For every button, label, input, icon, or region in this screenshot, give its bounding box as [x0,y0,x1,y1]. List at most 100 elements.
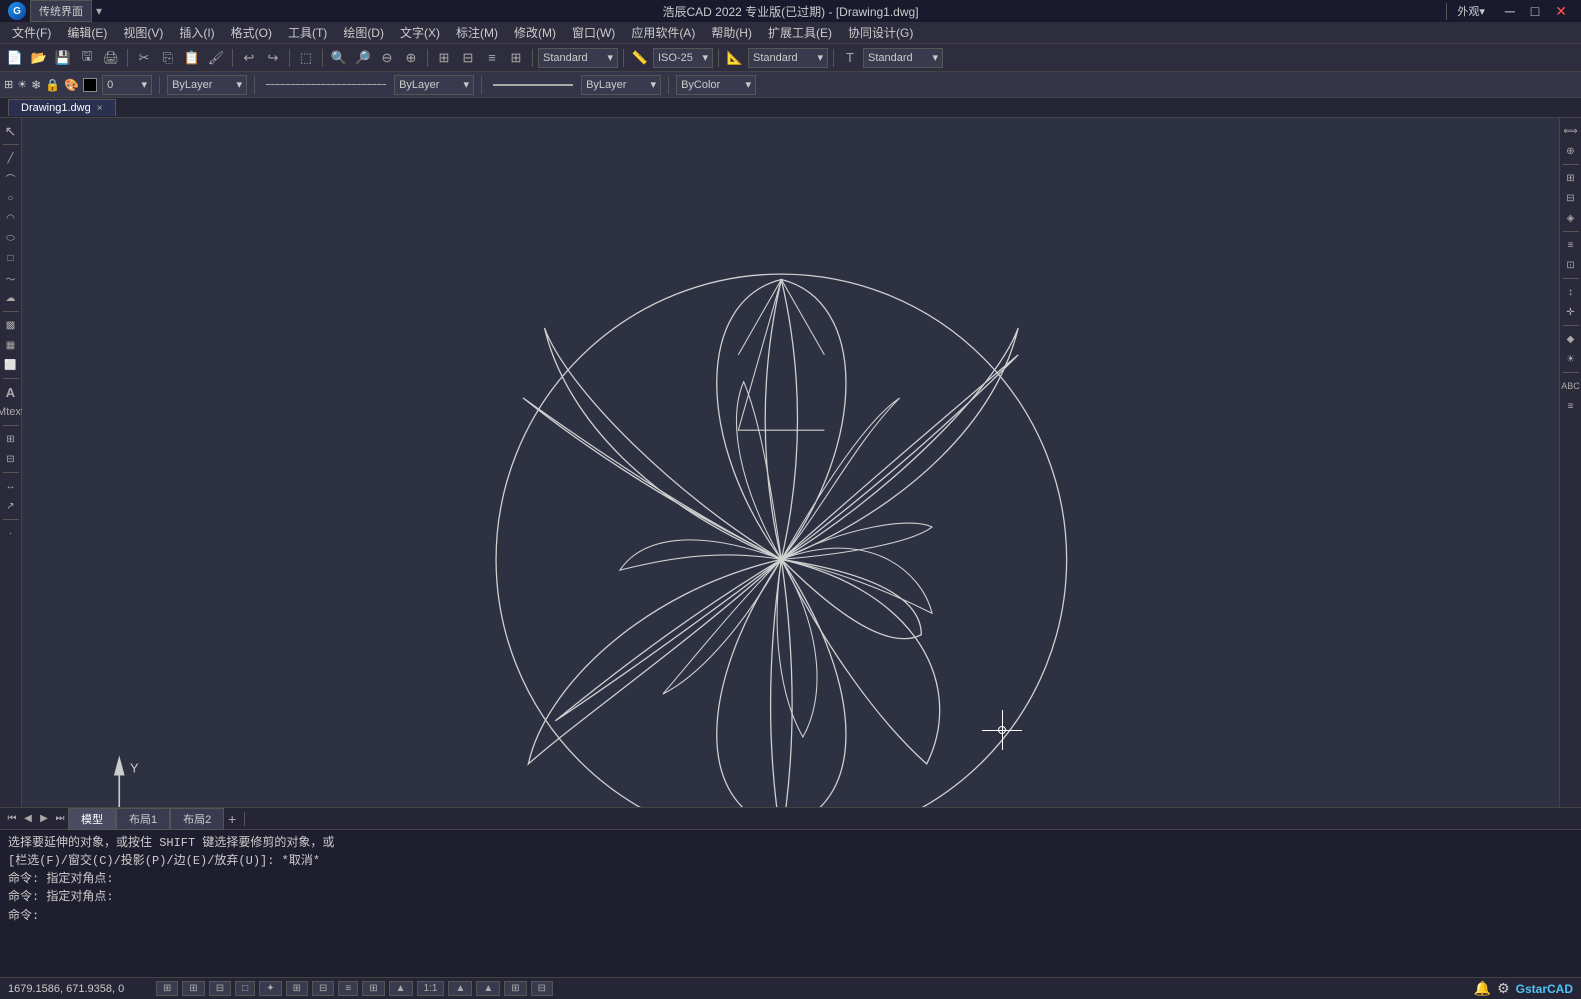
lock-btn[interactable]: ⊞ [504,981,526,996]
scale-btn[interactable]: 1:1 [417,981,445,996]
layer-state-btn[interactable]: ☀ [17,78,27,91]
lineweight-dropdown[interactable]: ByLayer▾ [581,75,661,95]
linetype-dropdown[interactable]: ByLayer▾ [394,75,474,95]
menu-item-text[interactable]: 文字(X) [392,22,448,43]
annovis-btn[interactable]: ▲ [448,981,472,996]
text-style-dropdown[interactable]: Standard▾ [538,48,618,68]
font-size-dropdown[interactable]: ISO-25▾ [653,48,713,68]
tab-nav-next[interactable]: ▶ [36,811,52,827]
notification-icon[interactable]: 🔔 [1474,980,1491,997]
ducs-btn[interactable]: ⊟ [312,981,334,996]
right-snap-btn[interactable]: ✛ [1562,303,1580,321]
menu-item-view[interactable]: 视图(V) [115,22,171,43]
right-misc-btn[interactable]: ≡ [1562,397,1580,415]
ortho-btn[interactable]: ⊟ [209,981,231,996]
new-btn[interactable]: 📄 [4,47,26,69]
right-layer-btn[interactable]: ≡ [1562,236,1580,254]
tab-nav-prev[interactable]: ◀ [20,811,36,827]
layer-mgr-btn[interactable]: ⊞ [4,78,13,91]
leader-tool[interactable]: ↗ [2,497,20,515]
right-prop-btn[interactable]: ⊡ [1562,256,1580,274]
right-pan-btn[interactable]: ⟺ [1562,122,1580,140]
right-zoom-btn[interactable]: ⊕ [1562,142,1580,160]
layer-dropdown[interactable]: 0▾ [102,75,152,95]
grid-btn[interactable]: ⊞ [182,981,204,996]
otrack-btn[interactable]: ⊞ [286,981,308,996]
menu-item-format[interactable]: 格式(O) [223,22,280,43]
zoom-extent[interactable]: ⊕ [400,47,422,69]
model-tab[interactable]: 模型 [68,808,116,830]
dim-style-dropdown[interactable]: Standard▾ [748,48,828,68]
drawing-tab[interactable]: Drawing1.dwg × [8,99,116,116]
block-tool[interactable]: ⊟ [2,450,20,468]
color-dropdown[interactable]: ByLayer▾ [167,75,247,95]
menu-item-draw[interactable]: 绘图(D) [335,22,392,43]
right-3d-btn[interactable]: ◈ [1562,209,1580,227]
arc-tool[interactable]: ◠ [2,209,20,227]
menu-item-apps[interactable]: 应用软件(A) [623,22,703,43]
plot-btn[interactable]: 🖨 [100,47,122,69]
tab-close-btn[interactable]: × [97,103,103,114]
cloud-tool[interactable]: ☁ [2,289,20,307]
layer-lock-btn[interactable]: 🔒 [45,78,60,92]
insert-tool[interactable]: ⊞ [2,430,20,448]
mtext-tool[interactable]: Mtext [2,403,20,421]
dim-tool[interactable]: ↔ [2,477,20,495]
dropdown-arrow[interactable]: ▾ [96,4,102,18]
menu-item-insert[interactable]: 插入(I) [171,22,222,43]
hardware-btn[interactable]: ⊟ [531,981,553,996]
save-btn[interactable]: 💾 [52,47,74,69]
layout2-tab[interactable]: 布局2 [170,808,224,830]
command-window[interactable]: 选择要延伸的对象，或按住 SHIFT 键选择要修剪的对象，或 [栏选(F)/窗交… [0,829,1581,977]
ellipse-tool[interactable]: ⬭ [2,229,20,247]
viewports-btn[interactable]: ⊞ [433,47,455,69]
polar-btn[interactable]: □ [235,981,255,996]
right-measure-btn[interactable]: ↕ [1562,283,1580,301]
menu-item-collab[interactable]: 协同设计(G) [840,22,921,43]
tpmode-btn[interactable]: ▲ [389,981,413,996]
line-tool[interactable]: ╱ [2,149,20,167]
circle-tool[interactable]: ○ [2,189,20,207]
right-view2-btn[interactable]: ⊟ [1562,189,1580,207]
minimize-btn[interactable]: ─ [1499,3,1521,20]
tab-nav-first[interactable]: ⏮ [4,811,20,827]
osnap-btn[interactable]: ✦ [259,981,281,996]
canvas-area[interactable]: Y X [22,118,1559,807]
lweight-btn[interactable]: ⊞ [362,981,384,996]
window-controls[interactable]: 外观▾ ─ □ ✕ [1446,3,1573,20]
designcenter-btn[interactable]: ⊞ [505,47,527,69]
snap-btn[interactable]: ⊞ [156,981,178,996]
copy-btn[interactable]: ⎘ [157,47,179,69]
menu-item-help[interactable]: 帮助(H) [703,22,760,43]
right-light-btn[interactable]: ☀ [1562,350,1580,368]
gradient-tool[interactable]: ▦ [2,336,20,354]
redo-btn[interactable]: ↪ [262,47,284,69]
saveas-btn[interactable]: 🖫 [76,47,98,69]
app-menu-btn[interactable]: 外观▾ [1446,3,1495,20]
close-btn[interactable]: ✕ [1549,3,1573,20]
point-tool[interactable]: · [2,524,20,542]
view-mode[interactable]: 传统界面 [30,0,92,22]
hatch-tool[interactable]: ▩ [2,316,20,334]
tab-nav-last[interactable]: ⏭ [52,811,68,827]
right-abc-btn[interactable]: ABC [1562,377,1580,395]
polyline-tool[interactable]: ⌒ [2,169,20,187]
properties-btn[interactable]: ≡ [481,47,503,69]
cut-btn[interactable]: ✂ [133,47,155,69]
match-btn[interactable]: 🖌 [205,47,227,69]
menu-item-dim[interactable]: 标注(M) [448,22,506,43]
workspace-btn[interactable]: ▲ [476,981,500,996]
menu-item-ext[interactable]: 扩展工具(E) [760,22,840,43]
maximize-btn[interactable]: □ [1525,3,1545,20]
layer-freeze-btn[interactable]: ❄ [31,78,41,92]
settings-icon[interactable]: ⚙ [1497,980,1510,997]
spline-tool[interactable]: 〜 [2,269,20,287]
rect-tool[interactable]: □ [2,249,20,267]
cmd-input-line[interactable]: 命令: [8,906,1573,923]
cmd-input-field[interactable] [43,908,1573,922]
layer-states-btn[interactable]: ⊟ [457,47,479,69]
undo-btn[interactable]: ↩ [238,47,260,69]
right-render-btn[interactable]: ◆ [1562,330,1580,348]
dyn-btn[interactable]: ≡ [338,981,358,996]
plotstyle-dropdown[interactable]: ByColor▾ [676,75,756,95]
